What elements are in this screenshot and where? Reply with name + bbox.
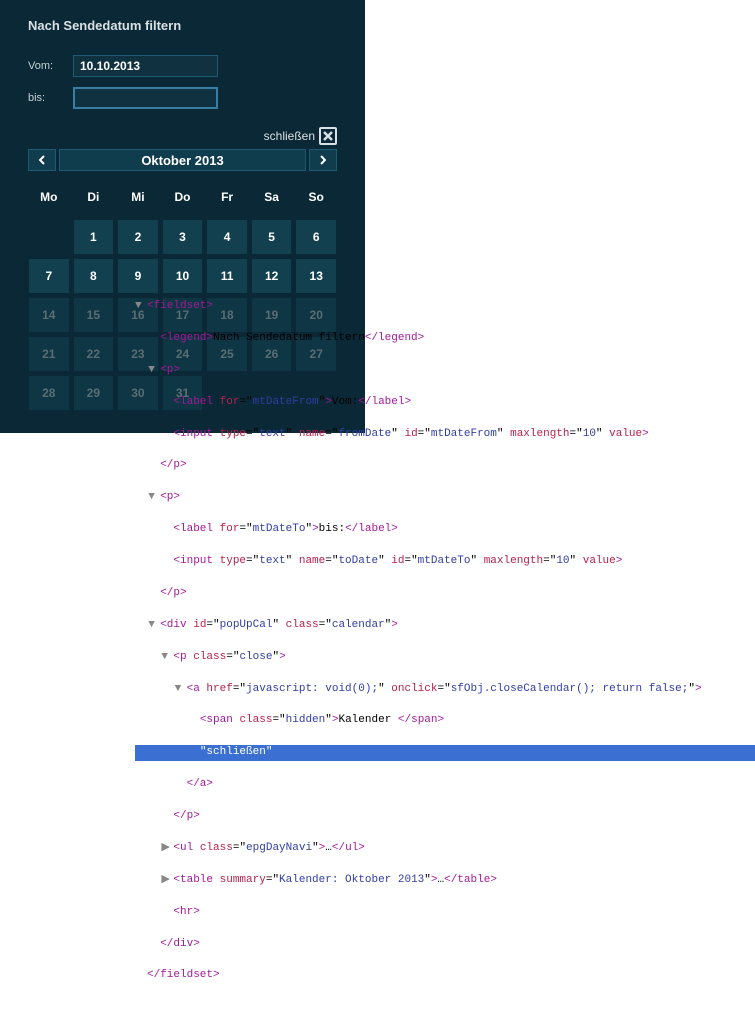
day-header-cell: Mi xyxy=(117,185,159,209)
dom-tree-line[interactable]: <label for="mtDateTo">bis:</label> xyxy=(135,522,755,538)
dom-tree-line[interactable]: "schließen" xyxy=(135,745,755,761)
next-month-button[interactable] xyxy=(309,149,337,171)
to-row: bis: xyxy=(28,87,337,109)
day-cell[interactable]: 2 xyxy=(117,219,159,255)
panel-title: Nach Sendedatum filtern xyxy=(28,18,337,33)
day-cell xyxy=(28,219,70,255)
dom-tree-line[interactable]: ▼<fieldset> xyxy=(135,299,755,315)
close-button[interactable] xyxy=(319,127,337,145)
day-cell[interactable]: 4 xyxy=(206,219,248,255)
day-cell[interactable]: 8 xyxy=(73,258,115,294)
close-label: schließen xyxy=(264,129,315,143)
dom-tree-line[interactable]: ▶<table summary="Kalender: Oktober 2013"… xyxy=(135,873,755,889)
from-label: Vom: xyxy=(28,60,73,72)
day-cell[interactable]: 1 xyxy=(73,219,115,255)
day-header-row: MoDiMiDoFrSaSo xyxy=(28,185,337,209)
dom-tree-line[interactable]: ▼<p class="close"> xyxy=(135,650,755,666)
dom-tree-line[interactable]: </p> xyxy=(135,809,755,825)
day-cell[interactable]: 7 xyxy=(28,258,70,294)
chevron-right-icon xyxy=(320,155,326,165)
dom-tree-line[interactable]: <input type="text" name="fromDate" id="m… xyxy=(135,427,755,443)
dom-tree-line[interactable]: <legend>Nach Sendedatum filtern</legend> xyxy=(135,331,755,347)
dom-tree-line[interactable]: </div> xyxy=(135,937,755,953)
from-date-input[interactable] xyxy=(73,55,218,77)
to-date-input[interactable] xyxy=(73,87,218,109)
dom-tree-line[interactable]: ▶<ul class="epgDayNavi">…</ul> xyxy=(135,841,755,857)
day-header-cell: So xyxy=(295,185,337,209)
day-cell[interactable]: 13 xyxy=(295,258,337,294)
dev-tools-dom-tree[interactable]: ▼<fieldset> <legend>Nach Sendedatum filt… xyxy=(0,299,755,1012)
day-cell[interactable]: 9 xyxy=(117,258,159,294)
day-header-cell: Mo xyxy=(28,185,70,209)
to-label: bis: xyxy=(28,92,73,104)
from-row: Vom: xyxy=(28,55,337,77)
day-header-cell: Sa xyxy=(251,185,293,209)
day-header-cell: Di xyxy=(73,185,115,209)
day-cell[interactable]: 10 xyxy=(162,258,204,294)
day-header-cell: Fr xyxy=(206,185,248,209)
dom-tree-line[interactable]: ▼<div id="popUpCal" class="calendar"> xyxy=(135,618,755,634)
prev-month-button[interactable] xyxy=(28,149,56,171)
day-cell[interactable]: 3 xyxy=(162,219,204,255)
close-row: schließen xyxy=(28,127,337,145)
day-cell[interactable]: 6 xyxy=(295,219,337,255)
day-header-cell: Do xyxy=(162,185,204,209)
dom-tree-line[interactable]: <label for="mtDateFrom">Vom:</label> xyxy=(135,395,755,411)
day-cell[interactable]: 11 xyxy=(206,258,248,294)
month-label: Oktober 2013 xyxy=(59,149,306,171)
day-cell[interactable]: 12 xyxy=(251,258,293,294)
dom-tree-line[interactable]: </p> xyxy=(135,586,755,602)
month-nav: Oktober 2013 xyxy=(28,149,337,171)
dom-tree-line[interactable]: <input type="text" name="toDate" id="mtD… xyxy=(135,554,755,570)
dom-tree-line[interactable]: ▼<a href="javascript: void(0);" onclick=… xyxy=(135,682,755,698)
dom-tree-line[interactable]: ▼<p> xyxy=(135,363,755,379)
chevron-left-icon xyxy=(39,155,45,165)
dom-tree-line[interactable]: </p> xyxy=(135,458,755,474)
dom-tree-line[interactable]: <span class="hidden">Kalender </span> xyxy=(135,713,755,729)
dom-tree-line[interactable]: </a> xyxy=(135,777,755,793)
day-cell[interactable]: 5 xyxy=(251,219,293,255)
dom-tree-line[interactable]: ▼<p> xyxy=(135,490,755,506)
dom-tree-line[interactable]: <hr> xyxy=(135,905,755,921)
close-icon xyxy=(323,131,333,141)
dom-tree-line[interactable]: </fieldset> xyxy=(135,968,755,984)
